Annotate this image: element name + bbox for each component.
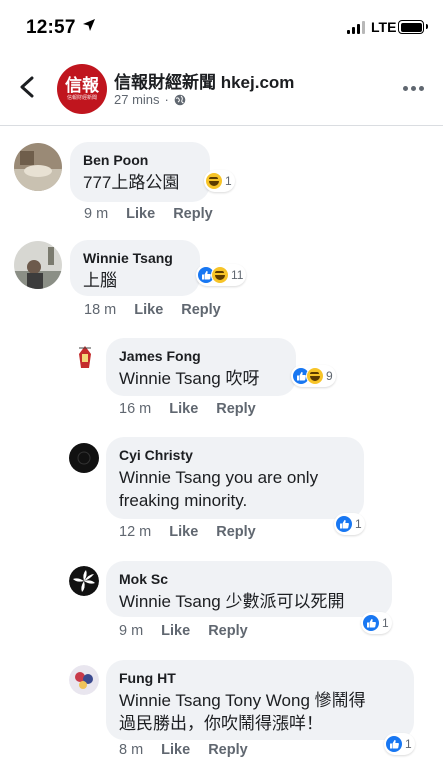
avatar[interactable]	[69, 566, 99, 596]
like-reaction-icon	[362, 614, 380, 632]
comment-text: Winnie Tsang 吹呀	[119, 369, 260, 388]
comment-text: 777上路公園	[83, 173, 180, 192]
reaction-count: 9	[326, 369, 333, 383]
reaction-badge[interactable]: 1	[334, 513, 365, 535]
comment-time: 9 m	[84, 206, 109, 222]
comment-text-line2: freaking minority.	[119, 491, 248, 510]
like-button[interactable]: Like	[161, 742, 190, 758]
reply-button[interactable]: Reply	[208, 623, 248, 639]
page-avatar[interactable]: 信報 信報財經新聞	[57, 64, 107, 114]
page-name[interactable]: 信報財經新聞 hkej.com	[114, 68, 294, 93]
like-button[interactable]: Like	[161, 623, 190, 639]
reply-button[interactable]: Reply	[208, 742, 248, 758]
comment-actions: 12 m Like Reply	[119, 524, 256, 540]
avatar[interactable]	[69, 443, 99, 473]
reply-button[interactable]: Reply	[181, 302, 221, 318]
reaction-badge[interactable]: 1	[361, 612, 392, 634]
like-button[interactable]: Like	[134, 302, 163, 318]
comment-actions: 9 m Like Reply	[119, 623, 248, 639]
reply-button[interactable]: Reply	[173, 206, 213, 222]
location-arrow-icon	[83, 19, 95, 31]
back-arrow-icon[interactable]	[18, 76, 38, 98]
comment-bubble: Cyi Christy Winnie Tsang you are only fr…	[106, 437, 364, 519]
comment-author[interactable]: Fung HT	[119, 669, 401, 687]
like-button[interactable]: Like	[169, 401, 198, 417]
comment-author[interactable]: Ben Poon	[83, 151, 197, 169]
page-logo-subtext: 信報財經新聞	[66, 95, 97, 101]
post-meta: 27 mins ·	[114, 92, 186, 107]
like-button[interactable]: Like	[169, 524, 198, 540]
comment-time: 16 m	[119, 401, 152, 417]
comment-text-line1: Winnie Tsang you are only	[119, 468, 319, 487]
comment-actions: 18 m Like Reply	[84, 302, 221, 318]
comment-bubble: Mok Sc Winnie Tsang 少數派可以死開	[106, 561, 392, 617]
comment-time: 18 m	[84, 302, 117, 318]
globe-icon	[174, 94, 186, 105]
comment-bubble: Ben Poon 777上路公園	[70, 142, 210, 202]
comment-actions: 9 m Like Reply	[84, 206, 213, 222]
like-reaction-icon	[385, 735, 403, 753]
status-bar: 12:57 LTE	[0, 0, 443, 52]
haha-reaction-icon	[306, 367, 324, 385]
comment-time: 9 m	[119, 623, 144, 639]
network-type: LTE	[371, 19, 397, 35]
comment-time: 12 m	[119, 524, 152, 540]
reaction-count: 1	[355, 517, 362, 531]
comment-bubble: Winnie Tsang 上腦	[70, 240, 200, 296]
comment-bubble: James Fong Winnie Tsang 吹呀	[106, 338, 296, 396]
page-logo-text: 信報	[65, 76, 99, 96]
comment-text: Winnie Tsang 少數派可以死開	[119, 592, 345, 611]
reaction-count: 11	[231, 268, 244, 282]
avatar[interactable]	[14, 241, 62, 289]
like-reaction-icon	[335, 515, 353, 533]
comment-actions: 8 m Like Reply	[119, 742, 248, 758]
comment-text-line1: Winnie Tsang Tony Wong 慘鬧得	[119, 691, 366, 710]
reply-button[interactable]: Reply	[216, 401, 256, 417]
reaction-count: 1	[225, 174, 232, 188]
comment-actions: 16 m Like Reply	[119, 401, 256, 417]
reaction-badge[interactable]: 1	[384, 733, 415, 755]
post-time: 27 mins	[114, 92, 160, 107]
haha-reaction-icon	[211, 266, 229, 284]
cellular-signal-icon	[347, 21, 367, 34]
comment-author[interactable]: Winnie Tsang	[83, 249, 187, 267]
reply-button[interactable]: Reply	[216, 524, 256, 540]
comment-author[interactable]: Mok Sc	[119, 570, 379, 588]
reaction-badge[interactable]: 11	[196, 264, 247, 286]
comment-time: 8 m	[119, 742, 144, 758]
like-button[interactable]: Like	[126, 206, 155, 222]
post-header: 信報 信報財經新聞 信報財經新聞 hkej.com 27 mins ·	[0, 52, 443, 126]
reaction-badge[interactable]: 9	[291, 365, 336, 387]
avatar[interactable]	[14, 143, 62, 191]
battery-icon	[398, 20, 428, 34]
comment-author[interactable]: James Fong	[119, 347, 283, 365]
comment-bubble: Fung HT Winnie Tsang Tony Wong 慘鬧得 過民勝出，…	[106, 660, 414, 740]
comment-author[interactable]: Cyi Christy	[119, 446, 351, 464]
more-options-button[interactable]	[403, 86, 424, 91]
avatar[interactable]	[69, 342, 101, 374]
comment-text-line2: 過民勝出，你吹鬧得漲咩！	[119, 714, 323, 733]
reaction-count: 1	[405, 737, 412, 751]
reaction-count: 1	[382, 616, 389, 630]
avatar[interactable]	[69, 665, 99, 695]
haha-reaction-icon	[205, 172, 223, 190]
comment-text: 上腦	[83, 271, 117, 290]
status-time: 12:57	[26, 17, 76, 38]
reaction-badge[interactable]: 1	[204, 170, 235, 192]
